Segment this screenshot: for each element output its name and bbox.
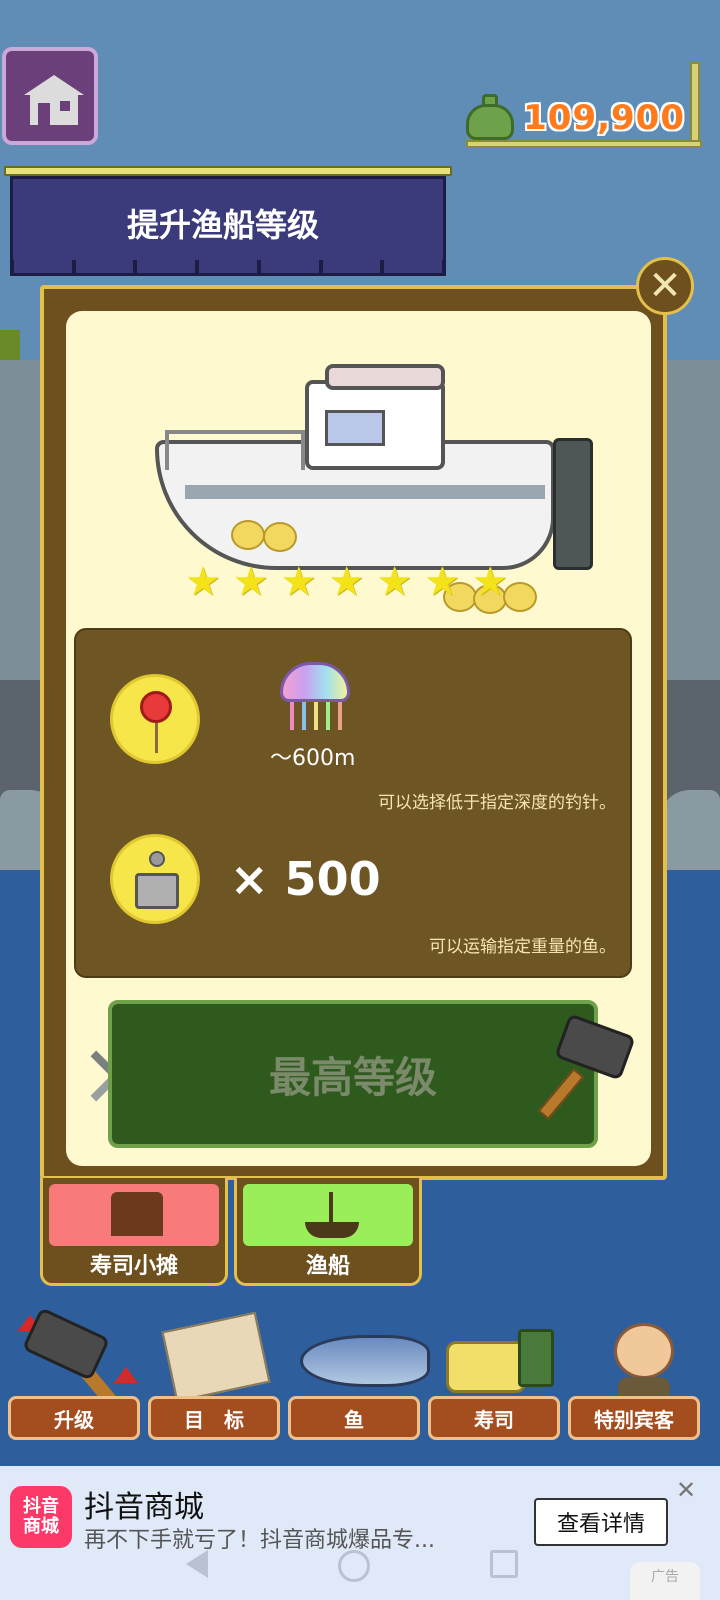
- boat-rail: [165, 430, 305, 470]
- boat-flag-icon: [329, 1192, 333, 1222]
- boat-icon: [305, 1222, 359, 1238]
- ad-logo-text: 抖音 商城: [23, 1496, 59, 1537]
- weight-icon: [110, 834, 200, 924]
- back-icon[interactable]: [186, 1550, 208, 1578]
- hook-description: 可以选择低于指定深度的钓针。: [378, 793, 616, 813]
- fishing-boat-illustration: [155, 360, 595, 614]
- ad-details-button[interactable]: 查看详情: [534, 1498, 668, 1546]
- star-icon: ★: [376, 559, 413, 605]
- banner-rod: [4, 166, 452, 176]
- ad-logo: 抖音 商城: [10, 1486, 72, 1548]
- money-bag-icon: [466, 92, 514, 140]
- nav-goals[interactable]: 目 标: [148, 1305, 280, 1440]
- rock-right: [660, 790, 720, 870]
- star-icon: ★: [472, 559, 509, 605]
- nav-label: 鱼: [288, 1396, 420, 1440]
- sushi-stall-thumb: [49, 1184, 219, 1246]
- hook-depth: ～600m: [270, 746, 356, 771]
- tab-label: 渔船: [305, 1254, 350, 1279]
- boat-engine: [553, 438, 593, 570]
- sushi-stall-icon: [111, 1192, 163, 1236]
- tab-fishing-boat[interactable]: 渔船: [234, 1178, 422, 1286]
- max-level-label: 最高等级: [268, 1052, 437, 1102]
- close-button[interactable]: ✕: [636, 257, 694, 315]
- star-icon: ★: [280, 559, 317, 605]
- grass-decoration: [0, 330, 20, 360]
- nav-special-guest[interactable]: 特别宾客: [568, 1305, 700, 1440]
- balloon-icon: [263, 522, 297, 552]
- nav-label: 升级: [8, 1396, 140, 1440]
- max-level-button[interactable]: 最高等级: [108, 1000, 598, 1148]
- map-icon: [158, 1311, 271, 1403]
- star-icon: ★: [424, 559, 461, 605]
- fish-icon: [298, 1311, 430, 1397]
- star-icon: ★: [232, 559, 269, 605]
- ad-close-icon[interactable]: ✕: [676, 1476, 696, 1504]
- home-button[interactable]: [2, 47, 98, 145]
- nav-upgrade[interactable]: 升级: [8, 1305, 140, 1440]
- star-icon: ★: [185, 559, 221, 605]
- page-title: 提升渔船等级: [126, 206, 319, 244]
- boat-stripe: [185, 485, 545, 499]
- star-rating: ★ ★ ★ ★ ★ ★ ★: [185, 560, 525, 604]
- ad-tag: 广告: [630, 1562, 700, 1600]
- star-icon: ★: [328, 559, 365, 605]
- boat-cabin-roof: [325, 364, 445, 390]
- capacity-description: 可以运输指定重量的鱼。: [429, 937, 616, 957]
- nav-label: 特别宾客: [568, 1396, 700, 1440]
- boat-stats-panel: ～600m 可以选择低于指定深度的钓针。 × 500 可以运输指定重量的鱼。: [74, 628, 632, 978]
- home-circle-icon[interactable]: [338, 1550, 370, 1582]
- jellyfish-icon: [278, 662, 352, 736]
- money-rail: [466, 140, 702, 148]
- capacity-value: × 500: [230, 852, 381, 906]
- nav-fish[interactable]: 鱼: [288, 1305, 430, 1440]
- recent-apps-icon[interactable]: [490, 1550, 518, 1578]
- money-counter: 109,900: [523, 98, 685, 138]
- fishing-hook-icon: [110, 674, 200, 764]
- nav-label: 目 标: [148, 1396, 280, 1440]
- balloon-icon: [231, 520, 265, 550]
- boat-window: [325, 410, 385, 446]
- guest-icon: [578, 1311, 690, 1399]
- system-nav-bar: [0, 1550, 720, 1600]
- tab-sushi-stall[interactable]: 寿司小摊: [40, 1178, 228, 1286]
- hammer-icon: [537, 1013, 636, 1122]
- close-icon: ✕: [648, 263, 682, 309]
- ad-title: 抖音商城: [84, 1490, 204, 1525]
- banner-tabs: [10, 260, 446, 276]
- nav-label: 寿司: [428, 1396, 560, 1440]
- money-post: [690, 62, 700, 144]
- nav-sushi[interactable]: 寿司: [428, 1305, 560, 1440]
- fishing-boat-thumb: [243, 1184, 413, 1246]
- hammer-icon: [18, 1307, 138, 1406]
- sushi-icon: [438, 1311, 554, 1397]
- tab-label: 寿司小摊: [89, 1254, 178, 1279]
